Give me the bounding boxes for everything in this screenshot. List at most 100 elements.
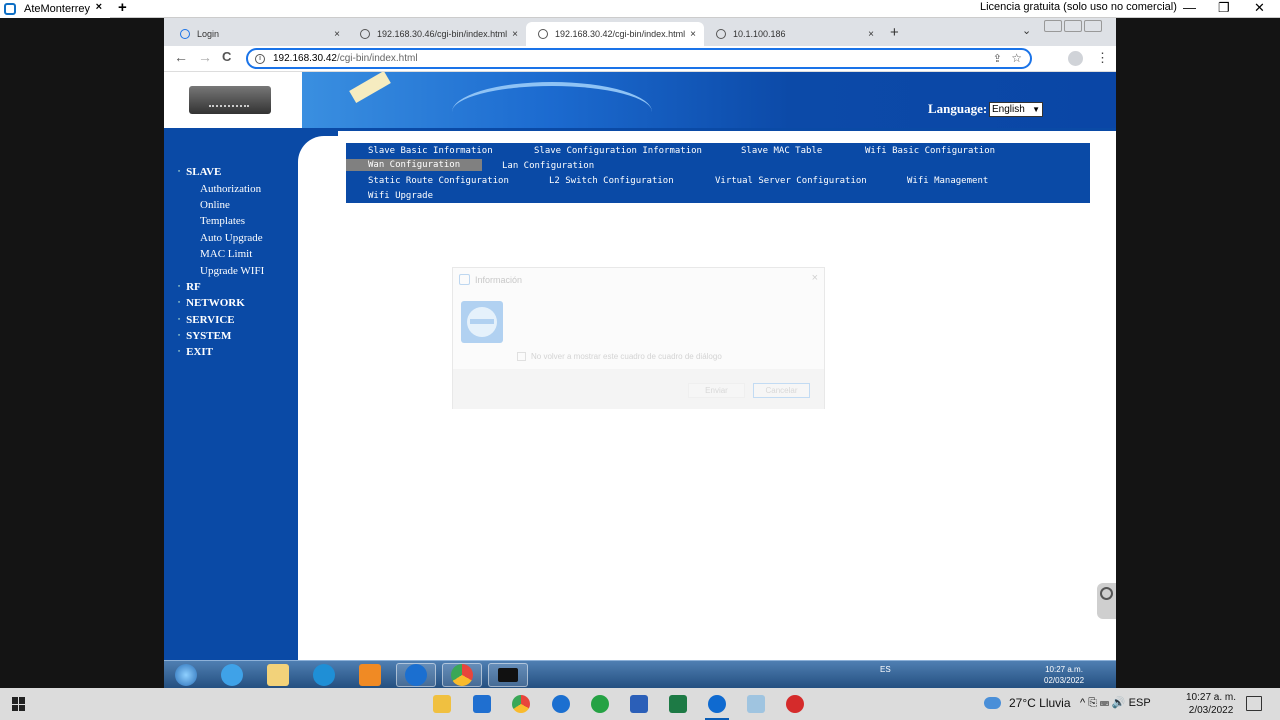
weather-widget[interactable]: 27°C Lluvia [984,696,1071,710]
send-button[interactable]: Enviar [688,383,745,398]
cloud-rain-icon [984,697,1001,709]
windows-start-icon[interactable] [12,697,26,711]
edge-icon[interactable] [304,663,344,687]
internet-explorer-icon[interactable] [212,663,252,687]
browser-menu-button[interactable]: ⋮ [1096,50,1109,66]
new-tab-button[interactable]: + [890,24,899,41]
tab-search-button[interactable]: ⌄ [1022,24,1031,37]
sidebar-item-service[interactable]: • SERVICE [178,312,264,328]
new-session-button[interactable]: + [118,0,127,16]
tab-wifi-upgrade[interactable]: Wifi Upgrade [368,191,433,201]
address-bar[interactable]: i 192.168.30.42 /cgi-bin/index.html ⇪ ☆ [246,48,1032,69]
session-title: AteMonterrey [24,3,91,15]
bookmark-star-icon[interactable]: ☆ [1011,51,1022,65]
file-explorer-icon[interactable] [258,663,298,687]
chrome-taskbar-icon[interactable] [442,663,482,687]
teamviewer-icon [4,3,16,15]
checkbox-box[interactable] [517,352,526,361]
site-info-icon[interactable]: i [255,53,265,64]
language-select[interactable]: English ▼ [989,102,1043,117]
teamviewer-taskbar-icon[interactable] [396,663,436,687]
window-restore-button[interactable] [1064,20,1082,32]
teamviewer-info-dialog: Información × No volver a mostrar este c… [452,267,825,409]
forward-button[interactable]: → [198,49,212,65]
tab-close-icon[interactable]: × [334,29,340,40]
sidebar-item-auto-upgrade[interactable]: Auto Upgrade [178,230,264,246]
dialog-close-icon[interactable]: × [812,272,818,284]
sidebar-item-templates[interactable]: Templates [178,213,264,229]
sidebar-item-network[interactable]: • NETWORK [178,295,264,311]
recorder-app-icon[interactable] [786,695,804,713]
tab-192-168-30-46[interactable]: 192.168.30.46/cgi-bin/index.html × [348,22,526,46]
tab-title: 10.1.100.186 [733,29,786,39]
session-close-button[interactable]: × [96,1,102,13]
tab-slave-basic-info[interactable]: Slave Basic Information [368,146,493,156]
license-text: Licencia gratuita (solo uso no comercial… [980,1,1177,13]
whatsapp-icon[interactable] [591,695,609,713]
teamviewer-session-tab[interactable]: AteMonterrey × [0,0,110,18]
cancel-button[interactable]: Cancelar [753,383,810,398]
remote-taskbar: ES 10:27 a.m. 02/03/2022 [164,660,1116,688]
language-selected-value: English [992,104,1025,115]
sidebar-item-online[interactable]: Online [178,197,264,213]
mail-icon[interactable] [473,695,491,713]
tab-close-icon[interactable]: × [868,29,874,40]
file-explorer-icon[interactable] [433,695,451,713]
teamviewer-app-icon[interactable] [552,695,570,713]
back-button[interactable]: ← [174,49,188,65]
teamviewer-active-icon[interactable] [705,695,729,720]
tab-virtual-server-config[interactable]: Virtual Server Configuration [715,176,867,186]
sidebar-menu: • SLAVE Authorization Online Templates Au… [178,164,264,361]
tab-wan-configuration[interactable]: Wan Configuration [346,159,483,171]
sidebar-item-authorization[interactable]: Authorization [178,180,264,196]
tab-l2-switch-config[interactable]: L2 Switch Configuration [549,176,674,186]
router-admin-page: Language: English ▼ • SLAVE Authorization… [164,72,1116,660]
command-prompt-icon[interactable] [488,663,528,687]
notes-app-icon[interactable] [747,695,765,713]
dont-show-again-checkbox[interactable]: No volver a mostrar este cuadro de cuadr… [517,352,722,361]
tab-192-168-30-42[interactable]: 192.168.30.42/cgi-bin/index.html × [526,22,704,46]
maximize-button[interactable]: ❐ [1218,0,1230,18]
tab-10-1-100-186[interactable]: 10.1.100.186 × [704,22,882,46]
sidebar-item-slave[interactable]: • SLAVE [178,164,264,180]
teamviewer-side-panel-handle[interactable] [1097,583,1116,619]
tab-slave-config-info[interactable]: Slave Configuration Information [534,146,702,156]
remote-clock[interactable]: 10:27 a.m. 02/03/2022 [1044,664,1084,686]
excel-icon[interactable] [669,695,687,713]
local-clock[interactable]: 10:27 a. m. 2/03/2022 [1186,691,1236,717]
teamviewer-logo-icon [461,301,503,343]
close-window-button[interactable]: ✕ [1254,0,1265,18]
start-orb-button[interactable] [166,663,206,687]
notifications-icon[interactable] [1246,696,1262,711]
tab-login[interactable]: Login × [168,22,348,46]
sidebar-item-upgrade-wifi[interactable]: Upgrade WIFI [178,262,264,278]
word-icon[interactable] [630,695,648,713]
sidebar-item-exit[interactable]: • EXIT [178,344,264,360]
share-icon[interactable]: ⇪ [993,52,1002,65]
sidebar-item-system[interactable]: • SYSTEM [178,328,264,344]
system-tray[interactable]: ^ ⎘ ⌨ 🔊 ESP [1080,696,1151,710]
header-banner: Language: English ▼ [164,72,1116,128]
remote-tray-language[interactable]: ES [880,665,891,674]
media-player-icon[interactable] [350,663,390,687]
local-time: 10:27 a. m. [1186,692,1237,703]
tab-static-route-config[interactable]: Static Route Configuration [368,176,509,186]
tab-wifi-basic-config[interactable]: Wifi Basic Configuration [865,146,995,156]
profile-avatar[interactable] [1068,51,1083,66]
sidebar-item-rf[interactable]: • RF [178,279,264,295]
reload-button[interactable]: C [222,49,231,64]
device-logo [189,86,271,114]
tab-close-icon[interactable]: × [690,29,696,40]
tab-wifi-management[interactable]: Wifi Management [907,176,988,186]
sidebar-item-mac-limit[interactable]: MAC Limit [178,246,264,262]
window-close-button[interactable] [1084,20,1102,32]
minimize-button[interactable]: — [1183,0,1196,18]
tab-lan-configuration[interactable]: Lan Configuration [502,161,594,171]
tab-close-icon[interactable]: × [512,29,518,40]
remote-desktop[interactable]: Login × 192.168.30.46/cgi-bin/index.html… [0,18,1280,688]
window-minimize-button[interactable] [1044,20,1062,32]
tab-strip: Login × 192.168.30.46/cgi-bin/index.html… [164,18,1116,46]
chrome-icon[interactable] [512,695,530,713]
url-path: /cgi-bin/index.html [336,53,418,64]
tab-slave-mac-table[interactable]: Slave MAC Table [741,146,822,156]
